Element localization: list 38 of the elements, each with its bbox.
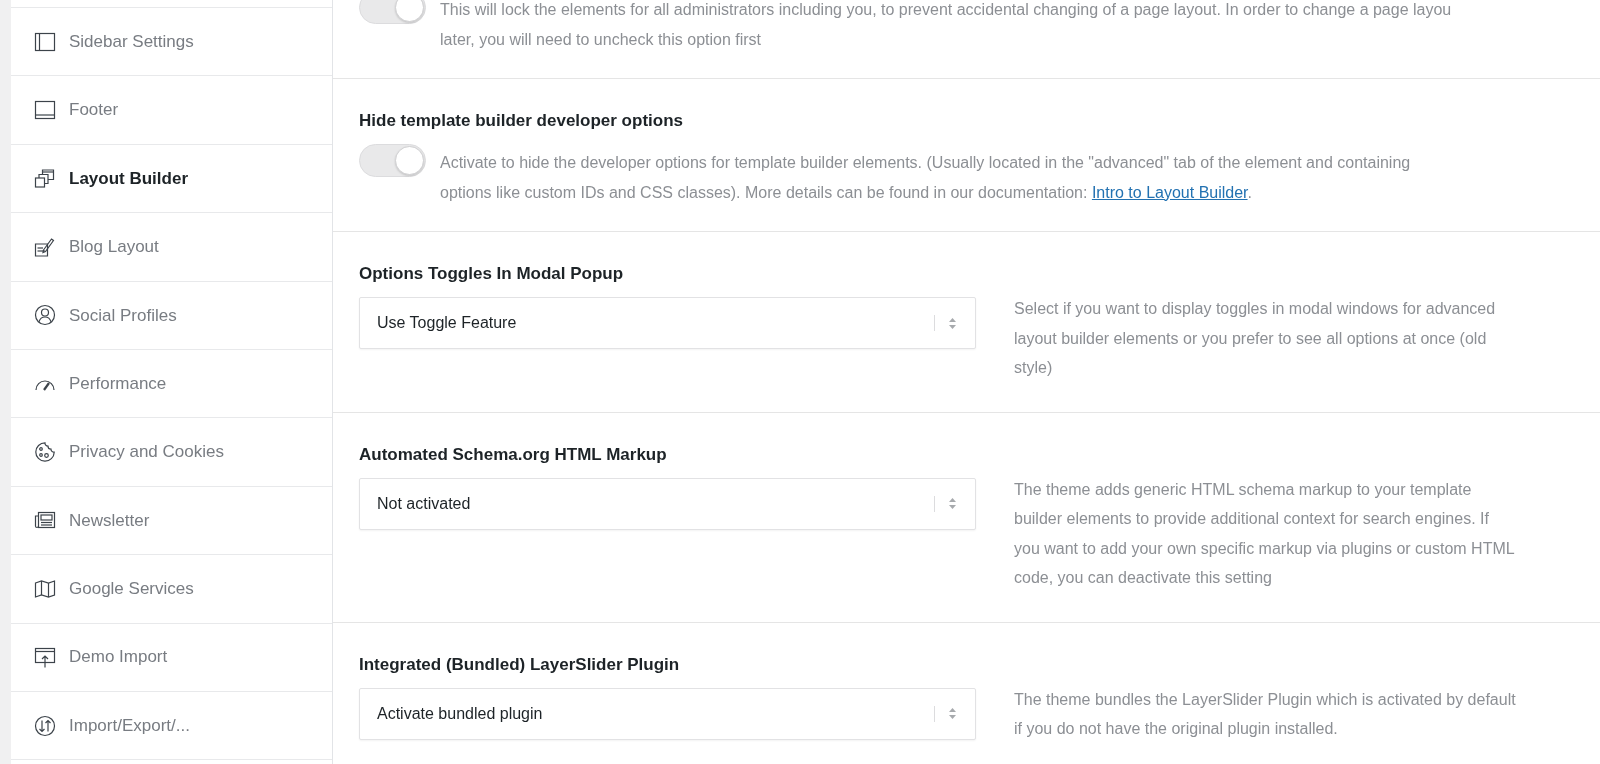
cookie-icon xyxy=(34,441,56,464)
sidebar-item[interactable]: Import/Export/... xyxy=(11,691,332,761)
note-pencil-icon xyxy=(34,235,56,258)
person-circle-icon xyxy=(34,304,56,327)
documentation-link[interactable]: Intro to Layout Builder xyxy=(1091,183,1248,201)
stacked-windows-icon xyxy=(34,167,56,190)
dropdown[interactable]: Activate bundled plugin xyxy=(359,687,976,740)
footer-panel-icon xyxy=(34,99,56,122)
toggle-switch[interactable] xyxy=(359,0,426,24)
setting-title: Options Toggles In Modal Popup xyxy=(359,263,625,285)
sidebar-item[interactable]: Blog Layout xyxy=(11,213,332,282)
sidebar-item[interactable]: Google Services xyxy=(11,555,332,624)
setting-description: This will lock the elements for all administrators including you, to prevent accidental changing of a page layout. In order to change a page layou later, you will need to uncheck this option first xyxy=(440,0,1452,50)
window-upload-icon xyxy=(34,646,56,669)
sidebar-item[interactable]: Sidebar Settings xyxy=(11,8,332,77)
sidebar-item[interactable]: Social Profiles xyxy=(11,281,332,350)
sidebar-item[interactable]: Layout Builder xyxy=(11,144,332,214)
map-icon xyxy=(34,577,56,600)
circle-arrows-icon xyxy=(34,714,56,737)
sidebar-item[interactable]: Performance xyxy=(11,349,332,419)
setting-description: The theme bundles the LayerSlider Plugin which is activated by default if you do not have the original plugin installed. xyxy=(1014,689,1516,739)
setting-description: Activate to hide the developer options for template builder elements. (Usually located in the "advanced" tab of the element and containing options like custom IDs and CSS classes). More details can be found in our documentation: Intro to Layout Builder. xyxy=(440,153,1411,203)
toggle-switch[interactable] xyxy=(359,144,426,177)
sidebar-item[interactable]: Footer xyxy=(11,76,332,145)
select-arrows-icon xyxy=(949,708,956,719)
sidebar-item[interactable]: Newsletter xyxy=(11,486,332,556)
setting-title: Automated Schema.org HTML Markup xyxy=(359,443,668,466)
dropdown[interactable]: Use Toggle Feature xyxy=(359,297,976,349)
setting-title: Hide template builder developer options xyxy=(359,110,684,132)
setting-description: Select if you want to display toggles in modal windows for advanced layout builder elements or you prefer to see all options at once (old style) xyxy=(1014,299,1496,378)
sidebar-item[interactable]: Demo Import xyxy=(11,623,332,692)
select-arrows-icon xyxy=(949,317,956,329)
setting-title: Integrated (Bundled) LayerSlider Plugin xyxy=(359,653,681,676)
dropdown[interactable]: Not activated xyxy=(359,477,976,530)
sidebar-panel-icon xyxy=(34,30,56,53)
setting-description: The theme adds generic HTML schema markup to your template builder elements to provide additional context for search engines. If you want to add your own specific markup via plugins or custom HTML code, you can deactivate this setting xyxy=(1014,479,1515,588)
select-arrows-icon xyxy=(949,498,956,509)
sidebar-item[interactable]: Privacy and Cookies xyxy=(11,418,332,487)
